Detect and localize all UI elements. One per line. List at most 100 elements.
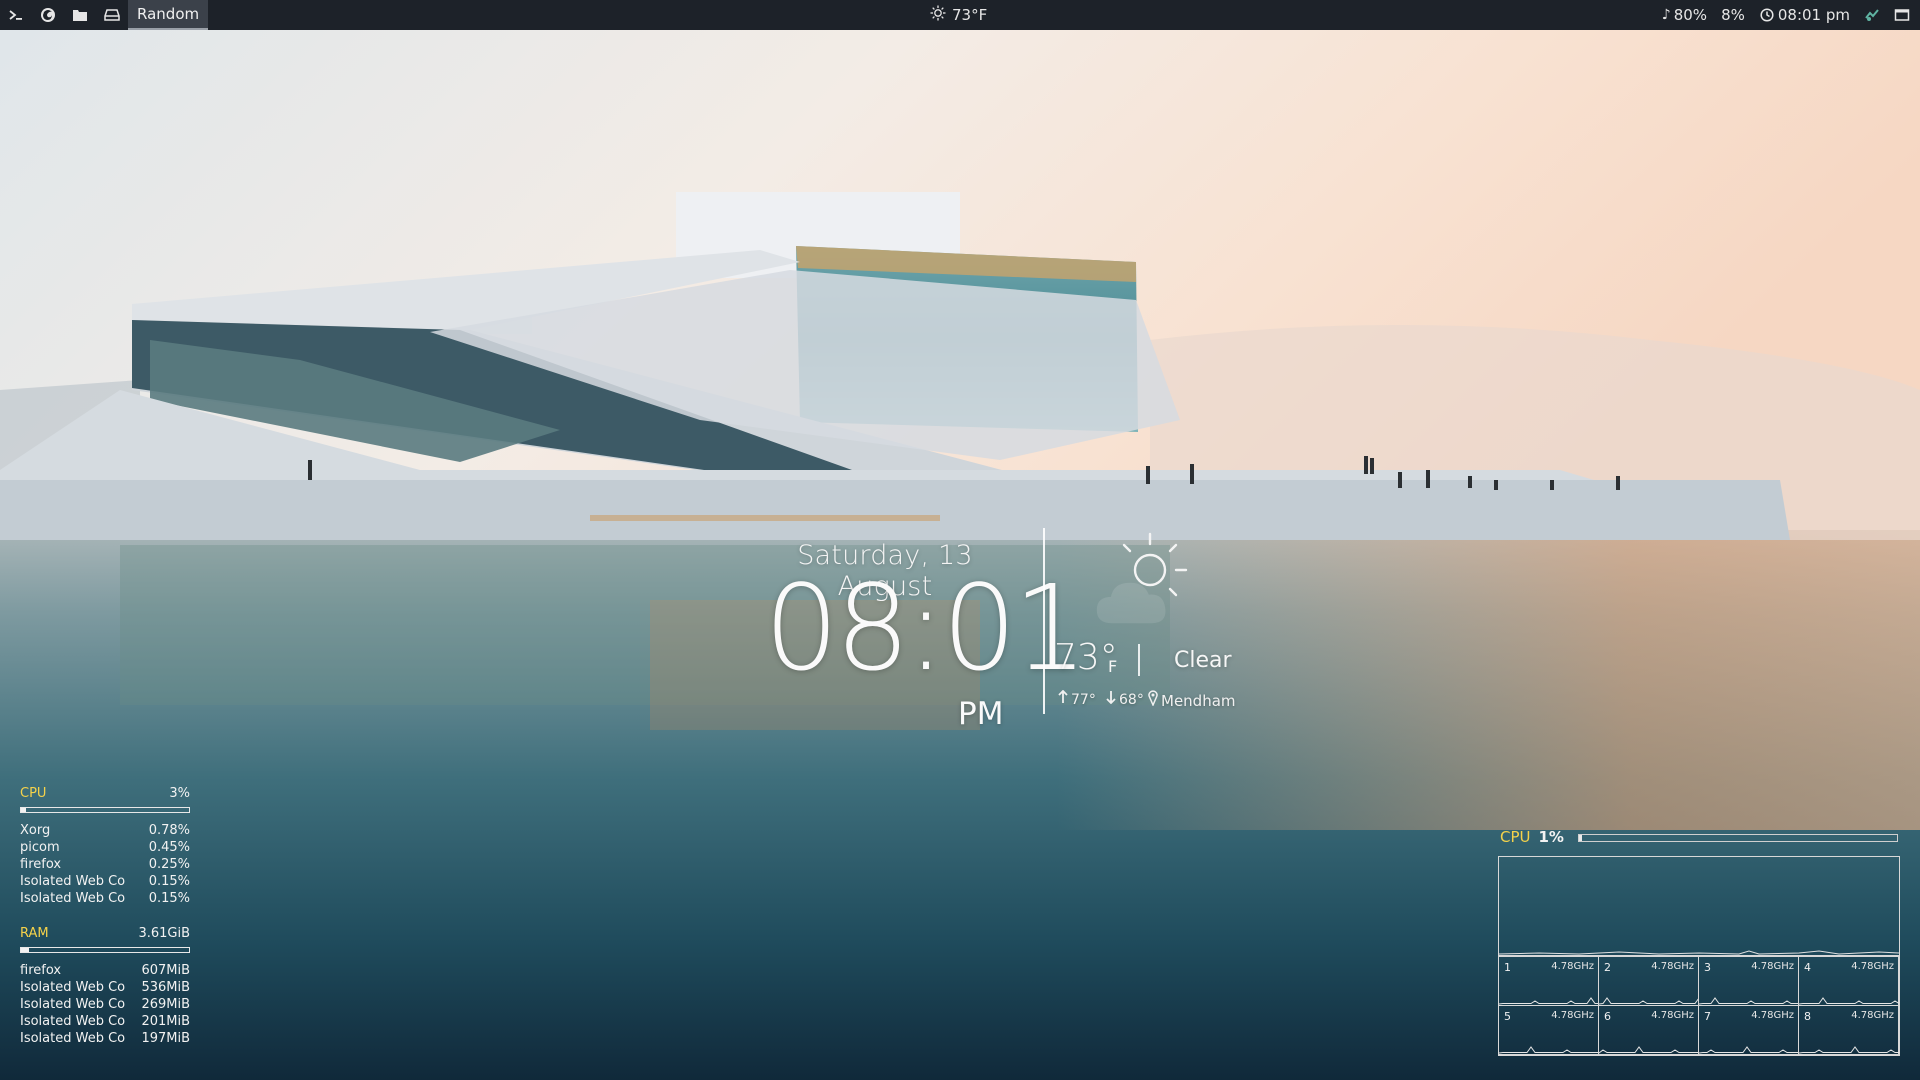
- cpu-history-graph: [1498, 856, 1900, 956]
- music-note-icon: ♪: [1661, 7, 1671, 23]
- window-tray[interactable]: [1894, 7, 1910, 23]
- cpu-core-cell: 7 4.78GHz: [1698, 1005, 1799, 1055]
- process-row: Xorg 0.78%: [20, 822, 190, 839]
- cpu-core-cell: 5 4.78GHz: [1498, 1005, 1599, 1055]
- system-monitor-left: CPU 3% Xorg 0.78% picom 0.45% firefox 0.25% Is…: [20, 785, 190, 1047]
- network-tray[interactable]: [1864, 7, 1880, 23]
- terminal-icon[interactable]: [0, 0, 32, 30]
- cpu-graph-header: CPU 1%: [1500, 828, 1564, 846]
- cpu-graph-usage-fill: [1579, 835, 1583, 841]
- cpu-core-frequency: 4.78GHz: [1851, 961, 1894, 972]
- cpu-core-frequency: 4.78GHz: [1551, 961, 1594, 972]
- process-name: Isolated Web Co: [20, 997, 126, 1012]
- process-value: 536MiB: [141, 980, 190, 995]
- process-value: 269MiB: [141, 997, 190, 1012]
- cpu-core-sparkline: [1499, 997, 1599, 1005]
- cpu-core-grid: 1 4.78GHz 2 4.78GHz 3 4.78GHz 4 4.78GHz 5 4.78GHz…: [1498, 956, 1900, 1056]
- cpu-usage-fill: [21, 808, 27, 812]
- arrow-down-icon: [1106, 690, 1116, 708]
- ram-process-list: firefox 607MiB Isolated Web Co 536MiB Isolat…: [20, 962, 190, 1047]
- cpu-core-frequency: 4.78GHz: [1651, 961, 1694, 972]
- folder-icon[interactable]: [64, 0, 96, 30]
- brightness-text: 8%: [1721, 6, 1745, 24]
- cpu-core-frequency: 4.78GHz: [1751, 1010, 1794, 1021]
- cpu-core-cell: 3 4.78GHz: [1698, 956, 1799, 1006]
- panel-left: Random: [0, 0, 209, 30]
- cpu-core-number: 1: [1504, 961, 1511, 974]
- top-panel: Random 73°F ♪ 80% 8% 08:01 pm: [0, 0, 1920, 30]
- weather-condition: Clear: [1174, 648, 1232, 673]
- clock-indicator[interactable]: 08:01 pm: [1759, 6, 1850, 24]
- weather-location: Mendham: [1148, 690, 1236, 710]
- cpu-graph-value: 1%: [1538, 828, 1564, 846]
- clock-ampm: PM: [958, 696, 1004, 732]
- process-row: Isolated Web Co 201MiB: [20, 1013, 190, 1030]
- cpu-core-cell: 1 4.78GHz: [1498, 956, 1599, 1006]
- window-icon: [1894, 7, 1910, 23]
- cpu-core-sparkline: [1699, 1046, 1799, 1054]
- weather-low-value: 68°: [1119, 692, 1144, 708]
- system-monitor-right: CPU 1% 1 4.78GHz 2 4.78GHz 3 4.78GHz 4 4.78GHz 5…: [1498, 828, 1900, 1058]
- partly-cloudy-icon: [1090, 530, 1194, 634]
- cpu-core-sparkline: [1499, 1046, 1599, 1054]
- sun-icon: [930, 5, 946, 25]
- cpu-core-number: 3: [1704, 961, 1711, 974]
- process-name: picom: [20, 840, 60, 855]
- cpu-core-sparkline: [1799, 1046, 1899, 1054]
- cpu-core-number: 6: [1604, 1010, 1611, 1023]
- ram-header: RAM 3.61GiB: [20, 925, 190, 942]
- weather-low: 68°: [1106, 690, 1144, 708]
- process-value: 0.15%: [148, 874, 190, 889]
- cpu-core-number: 7: [1704, 1010, 1711, 1023]
- process-row: Isolated Web Co 0.15%: [20, 873, 190, 890]
- drive-icon[interactable]: [96, 0, 128, 30]
- process-name: Isolated Web Co: [20, 1031, 126, 1046]
- ram-usage-fill: [21, 948, 30, 952]
- clock-icon: [1759, 7, 1775, 23]
- cpu-process-list: Xorg 0.78% picom 0.45% firefox 0.25% Isolated …: [20, 822, 190, 907]
- firefox-icon[interactable]: [32, 0, 64, 30]
- volume-indicator[interactable]: ♪ 80%: [1662, 6, 1707, 24]
- process-name: firefox: [20, 857, 62, 872]
- ram-value: 3.61GiB: [138, 926, 190, 941]
- process-value: 0.45%: [148, 840, 190, 855]
- cpu-core-sparkline: [1799, 997, 1899, 1005]
- process-row: firefox 607MiB: [20, 962, 190, 979]
- process-row: Isolated Web Co 197MiB: [20, 1030, 190, 1047]
- widget-divider: [1043, 528, 1045, 714]
- ram-label: RAM: [20, 926, 49, 941]
- process-name: firefox: [20, 963, 62, 978]
- process-row: firefox 0.25%: [20, 856, 190, 873]
- cpu-core-frequency: 4.78GHz: [1651, 1010, 1694, 1021]
- cpu-core-cell: 4 4.78GHz: [1798, 956, 1899, 1006]
- volume-text: 80%: [1673, 6, 1708, 24]
- panel-weather-text: 73°F: [952, 6, 988, 24]
- weather-location-name: Mendham: [1161, 692, 1236, 710]
- cpu-core-cell: 8 4.78GHz: [1798, 1005, 1899, 1055]
- cpu-header: CPU 3%: [20, 785, 190, 802]
- cpu-value: 3%: [169, 786, 190, 801]
- cpu-core-number: 8: [1804, 1010, 1811, 1023]
- process-value: 0.15%: [148, 891, 190, 906]
- workspace-tag[interactable]: Random: [128, 0, 209, 30]
- cpu-core-cell: 6 4.78GHz: [1598, 1005, 1699, 1055]
- cpu-core-frequency: 4.78GHz: [1751, 961, 1794, 972]
- process-value: 607MiB: [141, 963, 190, 978]
- process-name: Isolated Web Co: [20, 891, 126, 906]
- cpu-core-sparkline: [1699, 997, 1799, 1005]
- process-row: Isolated Web Co 269MiB: [20, 996, 190, 1013]
- brightness-indicator[interactable]: 8%: [1721, 6, 1745, 24]
- process-value: 0.78%: [148, 823, 190, 838]
- process-name: Isolated Web Co: [20, 1014, 126, 1029]
- location-pin-icon: [1148, 690, 1158, 710]
- cpu-usage-bar: [20, 807, 190, 813]
- weather-unit: F: [1108, 657, 1118, 676]
- cpu-graph-label: CPU: [1500, 828, 1531, 846]
- clock-text: 08:01 pm: [1777, 6, 1850, 24]
- cpu-core-sparkline: [1599, 1046, 1699, 1054]
- process-value: 197MiB: [141, 1031, 190, 1046]
- process-name: Isolated Web Co: [20, 980, 126, 995]
- process-value: 0.25%: [148, 857, 190, 872]
- network-icon: [1864, 7, 1880, 23]
- panel-weather[interactable]: 73°F: [930, 0, 987, 30]
